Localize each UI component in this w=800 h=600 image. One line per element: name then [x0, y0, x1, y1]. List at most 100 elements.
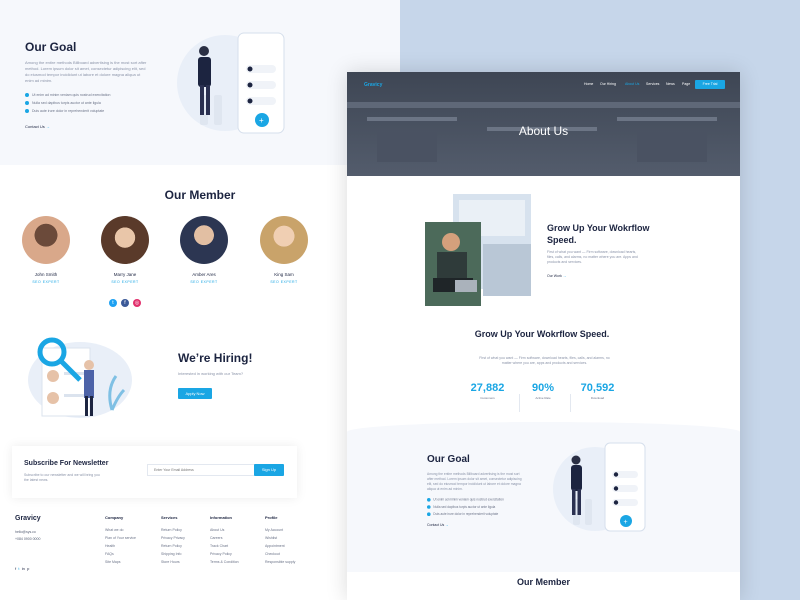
- footer-link[interactable]: FAQs: [105, 550, 136, 558]
- newsletter-title: Subscribe For Newsletter: [24, 460, 109, 467]
- footer-email[interactable]: hello@sys.co: [15, 530, 36, 535]
- member-name: Amber Ares: [192, 272, 216, 277]
- goal-illustration: +: [553, 442, 646, 532]
- newsletter-text: Subscribe to our newsletter and we will …: [24, 473, 100, 482]
- stat-label: Active Rate: [535, 396, 551, 400]
- footer-link[interactable]: Return Policy: [161, 542, 185, 550]
- facebook-icon[interactable]: f: [15, 566, 16, 571]
- member-role: SEO EXPERT: [270, 280, 298, 284]
- email-field[interactable]: [147, 464, 259, 476]
- avatar: [260, 216, 308, 264]
- nav-page[interactable]: Page: [682, 82, 690, 86]
- member-role: SEO EXPERT: [32, 280, 60, 284]
- footer-col-profile: Profile My Account Wishlist Appointment …: [265, 515, 295, 566]
- pinterest-icon[interactable]: p: [27, 566, 29, 571]
- our-work-link[interactable]: Our Work →: [547, 274, 566, 278]
- footer-social: f t in p: [15, 566, 29, 571]
- footer-link[interactable]: Checkout: [265, 550, 295, 558]
- check-icon: [25, 101, 29, 105]
- grow2-text: First of what you want — Firm software, …: [479, 356, 610, 365]
- check-icon: [427, 512, 431, 516]
- footer-link[interactable]: Careers: [210, 534, 239, 542]
- check-item: Nulla sed dapibus turpis auctor ut ante …: [25, 101, 155, 105]
- member-role: SEO EXPERT: [190, 280, 218, 284]
- member-card: King Sam SEO EXPERT: [249, 216, 319, 284]
- footer-col-information: Information About Us Careers Track Chart…: [210, 515, 239, 566]
- footer-link[interactable]: Appointment: [265, 542, 295, 550]
- hiring-illustration: [28, 337, 132, 418]
- nav-services[interactable]: Services: [646, 82, 659, 86]
- nav-about-us[interactable]: About Us: [625, 82, 639, 86]
- goal-checklist: Ut enim ad minim veniam quis nostrud exe…: [25, 93, 155, 117]
- footer-col-company: Company What we do Plan of Your service …: [105, 515, 136, 566]
- check-icon: [25, 93, 29, 97]
- instagram-icon[interactable]: ◎: [133, 299, 141, 307]
- check-item: Nulla sed dapibus turpis auctor ut ante …: [427, 505, 526, 509]
- twitter-icon[interactable]: t: [109, 299, 117, 307]
- avatar: [22, 216, 70, 264]
- check-item: Duis aute irure dolor in reprehenderit v…: [25, 109, 155, 113]
- member-name: John Smith: [34, 272, 58, 277]
- hiring-title: We’re Hiring!: [178, 351, 253, 365]
- divider: [519, 394, 520, 412]
- apply-button[interactable]: Apply Now: [178, 388, 212, 399]
- signup-button[interactable]: Sign Up: [254, 464, 284, 476]
- member-role: SEO EXPERT: [111, 280, 139, 284]
- footer-link[interactable]: Privacy Policy: [210, 550, 239, 558]
- footer-link[interactable]: Terms & Condition: [210, 558, 239, 566]
- brand-logo[interactable]: Gravicy: [364, 82, 382, 88]
- goal-illustration: +: [177, 32, 285, 134]
- check-item: Duis aute irure dolor in reprehenderit v…: [427, 512, 526, 516]
- footer-col-head: Profile: [265, 515, 278, 520]
- goal-title: Our Goal: [25, 40, 77, 54]
- right-page: Gravicy Home Our Hiring About Us Service…: [347, 72, 740, 600]
- footer-link[interactable]: Store Hours: [161, 558, 185, 566]
- footer-col-head: Services: [161, 515, 178, 520]
- grow2-title: Grow Up Your Wokrflow Speed.: [474, 329, 610, 339]
- stat-value: 70,592: [580, 382, 615, 394]
- footer-link[interactable]: Shipping Info: [161, 550, 185, 558]
- avatar: [101, 216, 149, 264]
- free-trial-button[interactable]: Free Trial: [695, 80, 725, 89]
- svg-text:+: +: [624, 519, 628, 526]
- footer-link[interactable]: Track Chart: [210, 542, 239, 550]
- arrow-right-icon: →: [445, 523, 449, 527]
- check-item: Ut enim ad minim veniam quis nostrud exe…: [25, 93, 155, 97]
- footer-link[interactable]: Wishlist: [265, 534, 295, 542]
- footer-col-services: Services Return Policy Privacy Privacy R…: [161, 515, 185, 566]
- hero-title: About Us: [518, 124, 569, 138]
- member-card: John Smith SEO EXPERT: [11, 216, 81, 284]
- footer-link[interactable]: Site Maps: [105, 558, 136, 566]
- contact-link[interactable]: Contact Us →: [25, 124, 50, 129]
- footer-link[interactable]: Privacy Privacy: [161, 534, 185, 542]
- footer-link[interactable]: About Us: [210, 526, 239, 534]
- goal-text: Among the entire methods Billboard adver…: [427, 472, 522, 491]
- goal-section: [347, 422, 740, 572]
- footer-link[interactable]: What we do: [105, 526, 136, 534]
- footer-phone: +084 0900 0000: [15, 537, 41, 541]
- footer-link[interactable]: Return Policy: [161, 526, 185, 534]
- footer-link[interactable]: Responsible supply: [265, 558, 295, 566]
- footer-link[interactable]: My Account: [265, 526, 295, 534]
- footer-link[interactable]: Plan of Your service: [105, 534, 136, 542]
- footer-link[interactable]: Health: [105, 542, 136, 550]
- goal-text: Among the entire methods Billboard adver…: [25, 60, 147, 83]
- nav-news[interactable]: News: [666, 82, 675, 86]
- footer-col-head: Information: [210, 515, 232, 520]
- nav-our-hiring[interactable]: Our Hiring: [600, 82, 616, 86]
- hiring-text: Interested in working with our Team?: [178, 371, 244, 376]
- stat-active-rate: 90% Active Rate: [523, 382, 563, 400]
- stat-customers: 27,882 Customers: [465, 382, 510, 400]
- twitter-icon[interactable]: t: [18, 566, 19, 571]
- footer-col-head: Company: [105, 515, 124, 520]
- facebook-icon[interactable]: f: [121, 299, 129, 307]
- members-title: Our Member: [164, 188, 236, 202]
- goal-checklist: Ut enim ad minim veniam quis nostrud exe…: [427, 498, 526, 520]
- arrow-right-icon: →: [45, 124, 50, 129]
- goal-title: Our Goal: [427, 454, 470, 465]
- linkedin-icon[interactable]: in: [22, 566, 25, 571]
- member-name: Marry Jane: [113, 272, 137, 277]
- svg-text:+: +: [259, 116, 264, 125]
- nav-home[interactable]: Home: [584, 82, 593, 86]
- contact-link[interactable]: Contact Us →: [427, 523, 449, 527]
